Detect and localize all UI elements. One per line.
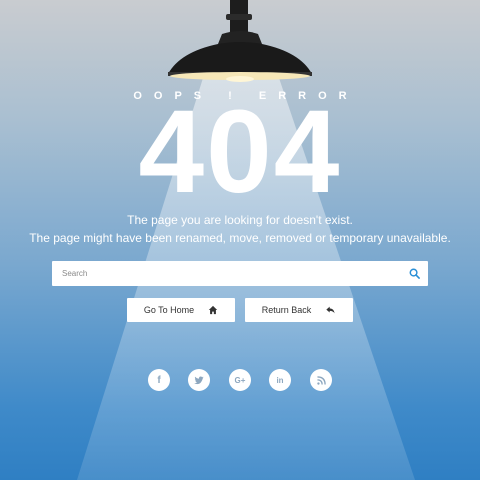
twitter-icon [194, 376, 204, 384]
rss-button[interactable] [310, 369, 332, 391]
facebook-icon: f [157, 374, 161, 386]
twitter-button[interactable] [188, 369, 210, 391]
reply-icon [326, 306, 335, 314]
return-back-button[interactable]: Return Back [245, 298, 353, 322]
error-message-line1: The page you are looking for doesn't exi… [127, 213, 353, 227]
google-plus-button[interactable]: G+ [229, 369, 251, 391]
go-to-home-label: Go To Home [143, 305, 195, 315]
return-back-label: Return Back [261, 305, 312, 315]
google-plus-icon: G+ [234, 375, 246, 385]
ceiling-lamp [168, 0, 312, 82]
error-code: 404 [138, 86, 342, 218]
rss-icon [316, 375, 326, 385]
search-bar [52, 261, 428, 286]
search-icon[interactable] [409, 268, 420, 279]
facebook-button[interactable]: f [148, 369, 170, 391]
error-message-line2: The page might have been renamed, move, … [29, 231, 451, 245]
linkedin-icon: in [276, 375, 284, 385]
home-icon [209, 305, 218, 315]
go-to-home-button[interactable]: Go To Home [127, 298, 235, 322]
search-input[interactable] [52, 261, 392, 286]
linkedin-button[interactable]: in [269, 369, 291, 391]
